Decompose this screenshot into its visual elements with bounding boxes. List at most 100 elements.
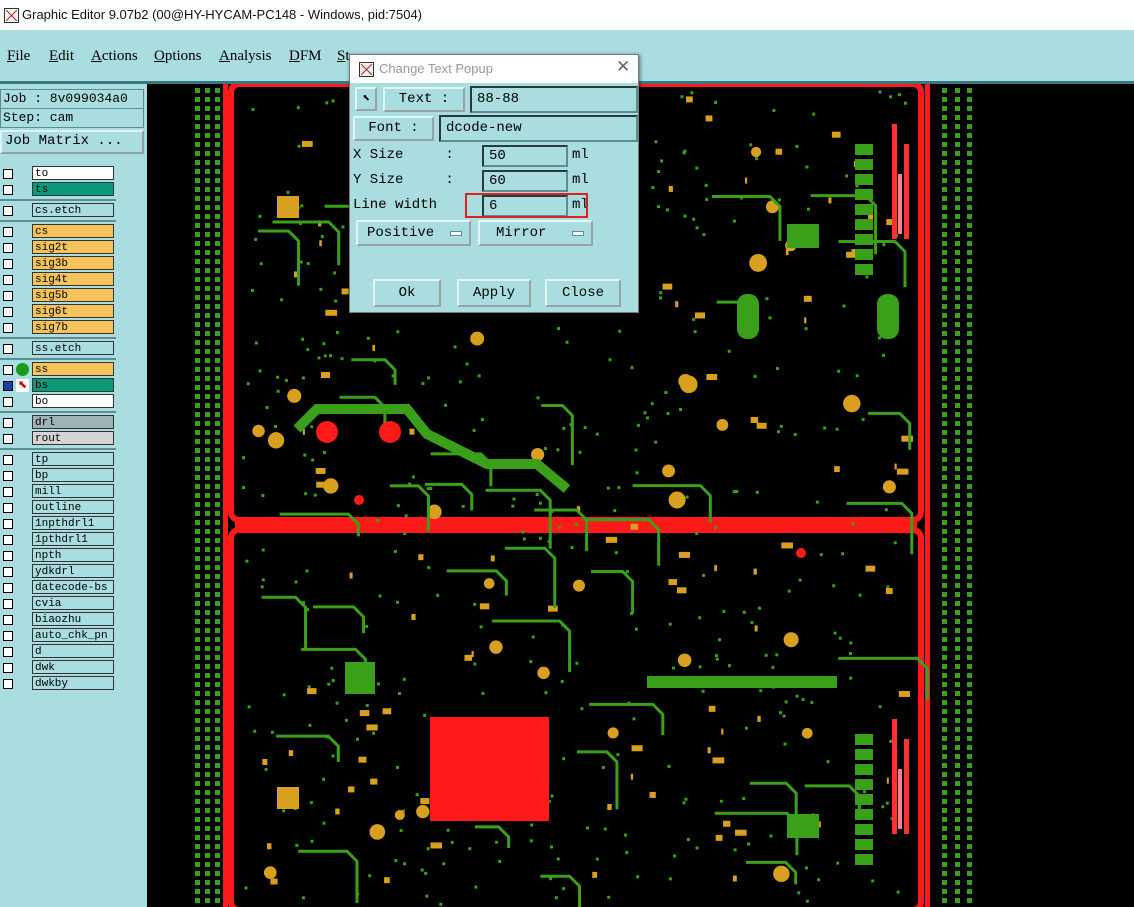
via: [299, 260, 303, 264]
layer-row[interactable]: sig2t: [0, 240, 116, 255]
layer-checkbox[interactable]: [3, 647, 13, 657]
layer-checkbox[interactable]: [3, 381, 13, 391]
text-button[interactable]: Text :: [383, 87, 465, 112]
layer-row[interactable]: datecode-bs: [0, 580, 116, 595]
layer-checkbox[interactable]: [3, 206, 13, 216]
layer-row[interactable]: sig3b: [0, 256, 116, 271]
layer-row[interactable]: 1pthdrl1: [0, 532, 116, 547]
layer-row[interactable]: auto_chk_pn: [0, 628, 116, 643]
layer-checkbox[interactable]: [3, 365, 13, 375]
layer-checkbox[interactable]: [3, 551, 13, 561]
layer-checkbox[interactable]: [3, 434, 13, 444]
layer-checkbox[interactable]: [3, 583, 13, 593]
via: [630, 366, 634, 370]
layer-row[interactable]: sig4t: [0, 272, 116, 287]
layer-checkbox[interactable]: [3, 663, 13, 673]
layer-checkbox[interactable]: [3, 599, 13, 609]
layer-row[interactable]: bp: [0, 468, 116, 483]
rail-pad: [942, 133, 947, 138]
polarity-dropdown[interactable]: Positive: [356, 220, 471, 246]
layer-row[interactable]: mill: [0, 484, 116, 499]
rail-pad: [967, 628, 972, 633]
layer-row[interactable]: npth: [0, 548, 116, 563]
layer-checkbox[interactable]: [3, 275, 13, 285]
x-size-input[interactable]: 50: [482, 145, 568, 167]
layer-row[interactable]: cs: [0, 224, 116, 239]
graphic-canvas[interactable]: [147, 84, 1134, 907]
layer-row[interactable]: cvia: [0, 596, 116, 611]
layer-row[interactable]: outline: [0, 500, 116, 515]
layer-checkbox[interactable]: [3, 259, 13, 269]
layer-checkbox[interactable]: [3, 631, 13, 641]
layer-checkbox[interactable]: [3, 679, 13, 689]
menu-options[interactable]: Options: [154, 48, 202, 65]
layer-row[interactable]: ss.etch: [0, 341, 116, 356]
menu-file[interactable]: File: [7, 48, 30, 65]
layer-checkbox[interactable]: [3, 243, 13, 253]
layer-checkbox[interactable]: [3, 535, 13, 545]
mirror-dropdown[interactable]: Mirror: [478, 220, 593, 246]
y-size-input[interactable]: 60: [482, 170, 568, 192]
layer-row[interactable]: tp: [0, 452, 116, 467]
layer-checkbox[interactable]: [3, 615, 13, 625]
layer-row[interactable]: dwkby: [0, 676, 116, 691]
smd-pad: [676, 587, 687, 594]
menu-st[interactable]: St: [337, 48, 350, 65]
close-button[interactable]: Close: [545, 279, 621, 307]
menu-dfm[interactable]: DFM: [289, 48, 322, 65]
layer-row[interactable]: ydkdrl: [0, 564, 116, 579]
layer-checkbox[interactable]: [3, 471, 13, 481]
layer-row[interactable]: dwk: [0, 660, 116, 675]
layer-checkbox[interactable]: [3, 503, 13, 513]
font-button[interactable]: Font :: [353, 116, 434, 141]
close-icon[interactable]: ✕: [616, 57, 630, 77]
apply-button[interactable]: Apply: [457, 279, 531, 307]
pcb-board-view[interactable]: [147, 84, 1134, 907]
layer-checkbox[interactable]: [3, 169, 13, 179]
rail-pad: [942, 358, 947, 363]
layer-checkbox[interactable]: [3, 455, 13, 465]
via: [301, 376, 305, 380]
via: [815, 500, 819, 504]
layer-row[interactable]: to: [0, 166, 116, 181]
layer-row[interactable]: rout: [0, 431, 116, 446]
rail-pad: [942, 268, 947, 273]
layer-row[interactable]: cs.etch: [0, 203, 116, 218]
layer-checkbox[interactable]: [3, 185, 13, 195]
trace: [276, 734, 340, 762]
layer-row[interactable]: d: [0, 644, 116, 659]
layer-row[interactable]: ⬉ bs: [0, 378, 116, 393]
rail-pad: [195, 160, 200, 165]
layer-checkbox[interactable]: [3, 307, 13, 317]
layer-row[interactable]: 1npthdrl1: [0, 516, 116, 531]
layer-checkbox[interactable]: [3, 344, 13, 354]
rail-pad: [967, 349, 972, 354]
pick-arrow-button[interactable]: ⬉: [355, 87, 377, 111]
layer-row[interactable]: sig5b: [0, 288, 116, 303]
ok-button[interactable]: Ok: [373, 279, 441, 307]
rail-pad: [215, 880, 220, 885]
layer-checkbox[interactable]: [3, 227, 13, 237]
menu-edit[interactable]: Edit: [49, 48, 74, 65]
rail-pad: [955, 97, 960, 102]
layer-row[interactable]: drl: [0, 415, 116, 430]
via: [787, 589, 791, 593]
job-matrix-button[interactable]: Job Matrix ...: [0, 130, 144, 154]
menu-actions[interactable]: Actions: [91, 48, 138, 65]
font-value-field[interactable]: dcode-new: [439, 115, 638, 142]
layer-checkbox[interactable]: [3, 567, 13, 577]
layer-row[interactable]: ss: [0, 362, 116, 377]
layer-checkbox[interactable]: [3, 291, 13, 301]
layer-checkbox[interactable]: [3, 519, 13, 529]
layer-row[interactable]: sig7b: [0, 320, 116, 335]
layer-checkbox[interactable]: [3, 418, 13, 428]
layer-checkbox[interactable]: [3, 323, 13, 333]
layer-row[interactable]: sig6t: [0, 304, 116, 319]
layer-row[interactable]: bo: [0, 394, 116, 409]
menu-analysis[interactable]: Analysis: [219, 48, 272, 65]
layer-checkbox[interactable]: [3, 397, 13, 407]
layer-checkbox[interactable]: [3, 487, 13, 497]
text-value-field[interactable]: 88-88: [470, 86, 638, 113]
layer-row[interactable]: biaozhu: [0, 612, 116, 627]
layer-row[interactable]: ts: [0, 182, 116, 197]
